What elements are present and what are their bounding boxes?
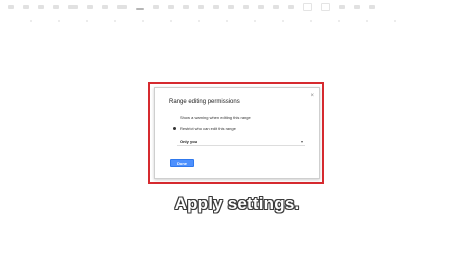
column-divider <box>30 20 32 22</box>
link-icon[interactable] <box>303 3 312 11</box>
column-divider <box>142 20 144 22</box>
column-divider <box>282 20 284 22</box>
option-restrict-label: Restrict who can edit this range <box>180 126 236 131</box>
caption-text: Apply settings. <box>174 194 300 213</box>
text-color-icon[interactable] <box>198 5 204 9</box>
merge-icon[interactable] <box>243 5 249 9</box>
strikethrough-icon[interactable] <box>183 5 189 9</box>
paint-format-icon[interactable] <box>53 5 59 9</box>
filter-icon[interactable] <box>354 5 360 9</box>
percent-icon[interactable] <box>102 5 108 9</box>
zoom-icon[interactable] <box>68 5 78 9</box>
toolbar <box>0 0 474 14</box>
range-permissions-dialog: Range editing permissions × Show a warni… <box>154 87 320 179</box>
dialog-title: Range editing permissions <box>169 99 240 105</box>
option-show-warning-label: Show a warning when editing this range <box>180 115 251 120</box>
font-icon[interactable] <box>117 5 127 9</box>
column-divider <box>226 20 228 22</box>
undo-icon[interactable] <box>8 5 14 9</box>
column-divider <box>254 20 256 22</box>
chart-icon[interactable] <box>339 5 345 9</box>
column-divider <box>394 20 396 22</box>
column-header-row <box>0 20 474 23</box>
fill-color-icon[interactable] <box>213 5 219 9</box>
print-icon[interactable] <box>38 5 44 9</box>
align-icon[interactable] <box>258 5 264 9</box>
borders-icon[interactable] <box>228 5 234 9</box>
wrap-icon[interactable] <box>288 5 294 9</box>
column-divider <box>198 20 200 22</box>
radio-selected-icon[interactable] <box>173 127 176 130</box>
column-divider <box>338 20 340 22</box>
currency-icon[interactable] <box>87 5 93 9</box>
option-restrict-editors[interactable]: Restrict who can edit this range <box>173 126 236 131</box>
column-divider <box>366 20 368 22</box>
functions-icon[interactable] <box>369 5 375 9</box>
comment-icon[interactable] <box>321 3 330 11</box>
bold-icon[interactable] <box>153 5 159 9</box>
column-divider <box>114 20 116 22</box>
column-divider <box>86 20 88 22</box>
column-divider <box>170 20 172 22</box>
redo-icon[interactable] <box>23 5 29 9</box>
chevron-down-icon[interactable]: ▾ <box>301 139 305 144</box>
screen: Range editing permissions × Show a warni… <box>0 0 474 266</box>
option-show-warning[interactable]: Show a warning when editing this range <box>180 115 251 120</box>
italic-icon[interactable] <box>168 5 174 9</box>
close-icon[interactable]: × <box>310 93 314 99</box>
valign-icon[interactable] <box>273 5 279 9</box>
column-divider <box>58 20 60 22</box>
done-button[interactable]: Done <box>170 159 194 167</box>
editor-select-value: Only you <box>180 139 198 144</box>
underline-icon[interactable] <box>136 8 144 10</box>
column-divider <box>310 20 312 22</box>
editor-select[interactable]: Only you ▾ <box>177 138 305 146</box>
